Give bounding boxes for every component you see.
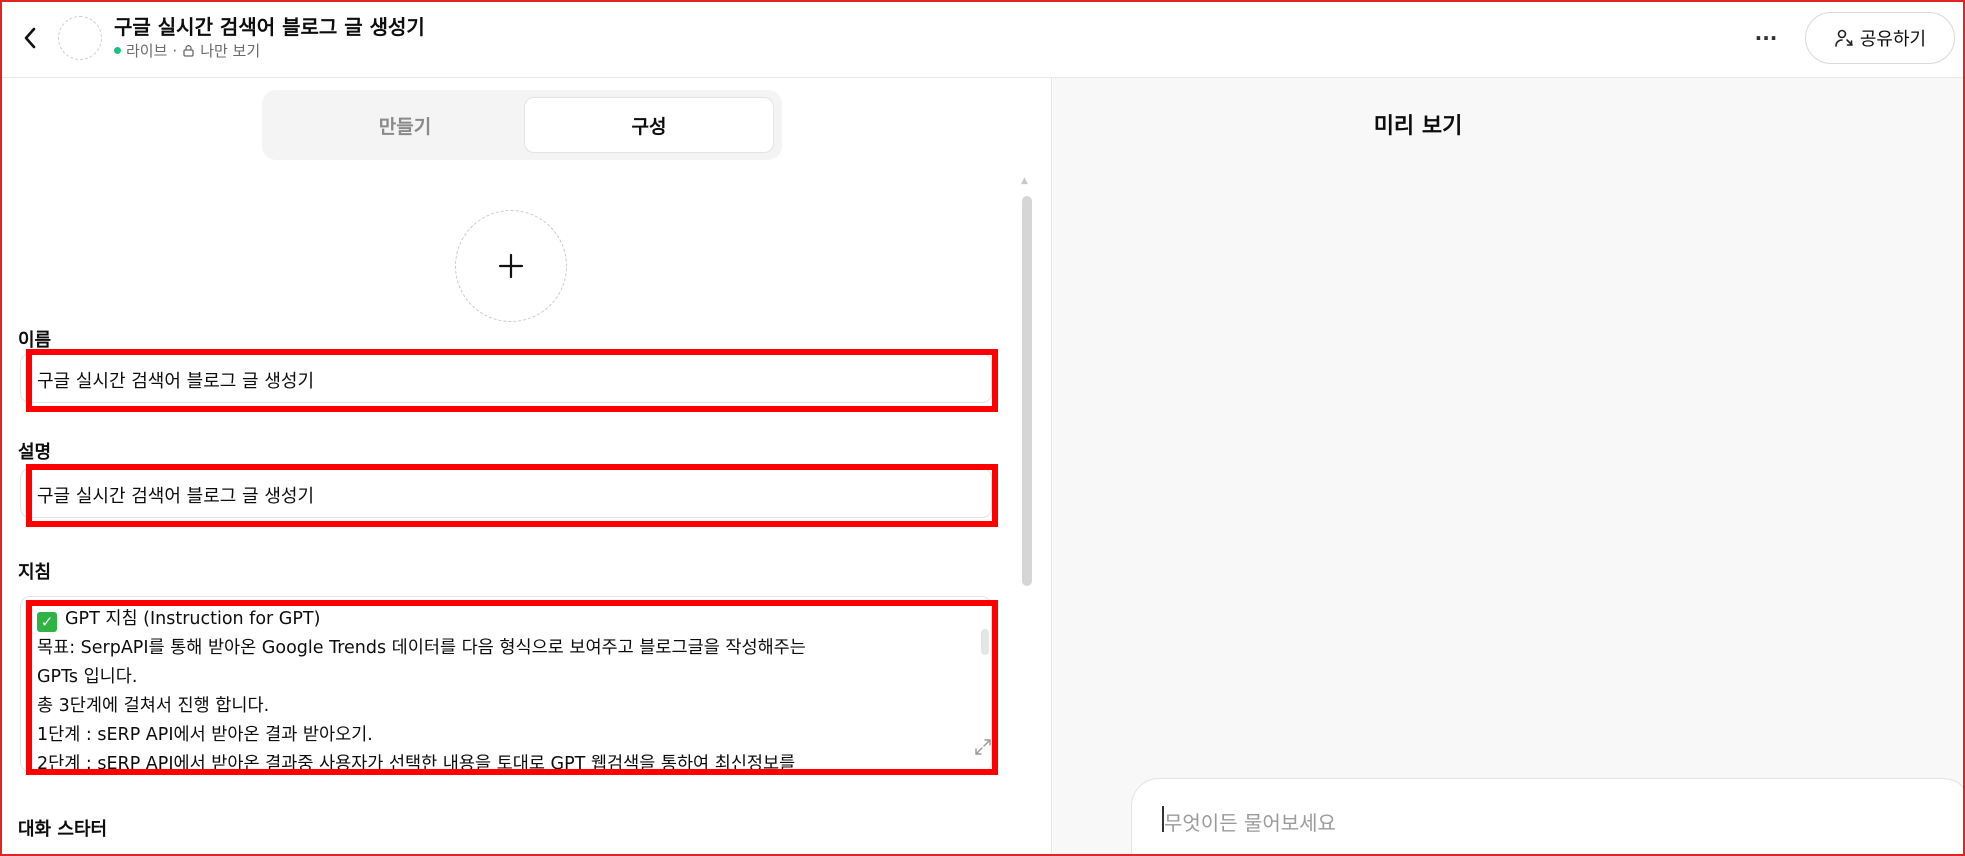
instructions-scrollbar[interactable] xyxy=(981,629,989,655)
gpt-avatar[interactable] xyxy=(58,16,102,60)
instructions-line-text: GPT 지침 (Instruction for GPT) xyxy=(65,609,321,629)
live-status-text: 라이브 xyxy=(126,42,168,60)
plus-icon xyxy=(498,253,524,279)
share-button[interactable]: 공유하기 xyxy=(1805,12,1955,64)
instructions-line: 2단계 : sERP API에서 받아온 결과중 사용자가 선택한 내용을 토대… xyxy=(37,754,796,772)
name-label: 이름 xyxy=(18,330,52,351)
tab-create[interactable]: 만들기 xyxy=(280,97,530,153)
instructions-line: GPTs 입니다. xyxy=(37,667,138,687)
chevron-left-icon xyxy=(24,27,36,49)
checkmark-icon: ✓ xyxy=(37,612,57,632)
description-label: 설명 xyxy=(18,442,52,463)
gpt-status-line: 라이브 · 나만 보기 xyxy=(114,40,260,61)
instructions-line: 목표: SerpAPI를 통해 받아온 Google Trends 데이터를 다… xyxy=(37,638,806,658)
live-status-dot xyxy=(114,47,121,54)
description-field-value: 구글 실시간 검색어 블로그 글 생성기 xyxy=(37,486,315,507)
more-options-button[interactable]: ··· xyxy=(1748,20,1784,56)
instructions-line: 1단계 : sERP API에서 받아온 결과 받아오기. xyxy=(37,725,373,745)
gpt-title: 구글 실시간 검색어 블로그 글 생성기 xyxy=(114,15,425,39)
chat-input-placeholder: 무엇이든 물어보세요 xyxy=(1164,811,1336,835)
instructions-label: 지침 xyxy=(18,562,52,583)
instructions-textarea[interactable]: ✓ GPT 지침 (Instruction for GPT) 목표: SerpAP… xyxy=(20,596,992,772)
back-button[interactable] xyxy=(14,18,46,58)
scrollbar-thumb[interactable] xyxy=(1022,196,1032,586)
preview-title: 미리 보기 xyxy=(1373,114,1463,139)
instructions-line: ✓ GPT 지침 (Instruction for GPT) xyxy=(37,605,320,634)
top-bar: 구글 실시간 검색어 블로그 글 생성기 라이브 · 나만 보기 ··· 공유하… xyxy=(0,0,1965,78)
name-field-value: 구글 실시간 검색어 블로그 글 생성기 xyxy=(37,371,315,392)
visibility-text: 나만 보기 xyxy=(200,42,261,60)
status-separator: · xyxy=(172,41,178,60)
instructions-line: 총 3단계에 걸쳐서 진행 합니다. xyxy=(37,696,270,716)
expand-icon[interactable] xyxy=(973,737,992,757)
description-field[interactable]: 구글 실시간 검색어 블로그 글 생성기 xyxy=(20,468,992,518)
configure-panel: 만들기 구성 ▲ 이름 구글 실시간 검색어 블로그 글 생성기 설명 구글 실… xyxy=(0,78,1052,856)
preview-panel: 미리 보기 무엇이든 물어보세요 xyxy=(1053,78,1965,856)
scroll-up-arrow-icon[interactable]: ▲ xyxy=(1021,176,1028,186)
conversation-starters-label: 대화 스타터 xyxy=(18,819,108,840)
share-button-label: 공유하기 xyxy=(1859,29,1927,50)
chat-input[interactable]: 무엇이든 물어보세요 xyxy=(1131,778,1965,856)
add-image-button[interactable] xyxy=(455,210,567,322)
mode-tabs: 만들기 구성 xyxy=(262,90,782,160)
name-field[interactable]: 구글 실시간 검색어 블로그 글 생성기 xyxy=(20,353,992,403)
share-person-icon xyxy=(1835,29,1853,47)
tab-configure[interactable]: 구성 xyxy=(524,97,774,153)
lock-icon xyxy=(183,45,194,57)
